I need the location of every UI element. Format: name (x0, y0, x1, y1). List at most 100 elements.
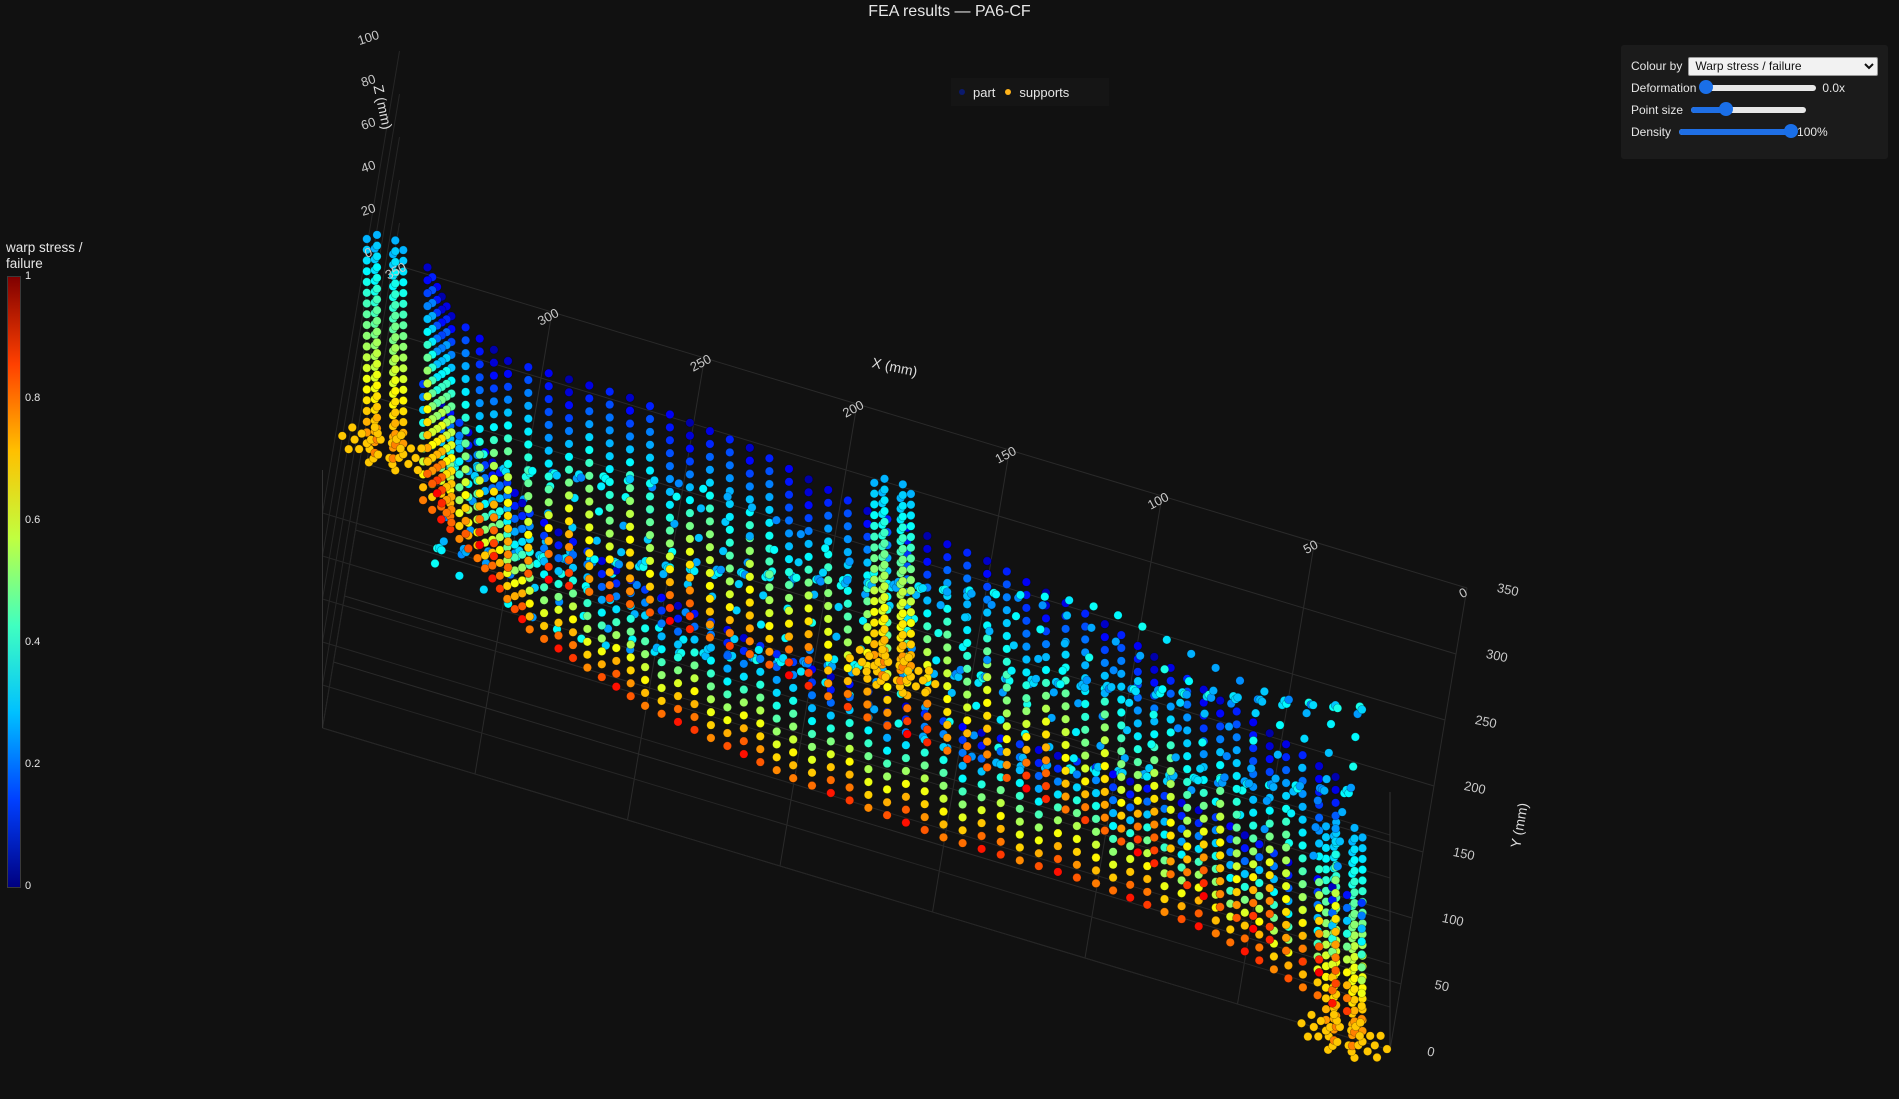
point-marker (1343, 917, 1351, 925)
point-marker (626, 419, 634, 427)
point-marker (1022, 642, 1030, 650)
point-marker (397, 431, 405, 439)
point-marker (907, 501, 915, 509)
point-marker (666, 539, 674, 547)
point-marker (1298, 867, 1306, 875)
point-marker (1266, 884, 1274, 892)
point-marker (846, 654, 854, 662)
point-marker (1117, 747, 1125, 755)
point-marker (907, 630, 915, 638)
point-marker (804, 514, 812, 522)
point-marker (963, 626, 971, 634)
point-marker (585, 510, 593, 518)
point-marker (1307, 1011, 1315, 1019)
point-marker (785, 478, 793, 486)
point-marker (1315, 891, 1323, 899)
point-marker (983, 686, 991, 694)
point-marker (626, 510, 634, 518)
point-marker (666, 423, 674, 431)
point-marker (674, 615, 682, 623)
point-marker (723, 690, 731, 698)
point-marker (1138, 622, 1146, 630)
point-marker (488, 561, 496, 569)
point-marker (626, 407, 634, 415)
point-marker (391, 301, 399, 309)
point-marker (883, 683, 891, 691)
point-marker (746, 637, 754, 645)
point-marker (419, 496, 427, 504)
point-marker (373, 274, 381, 282)
colour-by-select[interactable]: Warp stress / failure (1688, 57, 1878, 76)
point-marker (1282, 882, 1290, 890)
density-slider-handle[interactable] (1784, 124, 1798, 138)
point-marker (883, 759, 891, 767)
point-marker (1022, 604, 1030, 612)
x-tick-label: 50 (1301, 537, 1321, 557)
point-marker (554, 593, 562, 601)
point-marker (907, 533, 915, 541)
point-marker (1072, 728, 1080, 736)
point-marker (490, 410, 498, 418)
point-marker (1315, 904, 1323, 912)
point-marker (373, 242, 381, 250)
point-marker (626, 458, 634, 466)
point-marker (646, 441, 654, 449)
point-marker (919, 584, 927, 592)
density-slider[interactable] (1679, 129, 1791, 135)
point-marker (726, 616, 734, 624)
point-marker (1266, 910, 1274, 918)
point-marker (1216, 800, 1224, 808)
point-marker (1109, 848, 1117, 856)
point-marker (880, 550, 888, 558)
3d-scatter-plot[interactable]: 3503002502001501005000501001502002503003… (0, 0, 1899, 1099)
point-marker (504, 357, 512, 365)
y-axis-title: Y (mm) (1507, 801, 1531, 849)
point-marker (808, 730, 816, 738)
point-marker (1101, 697, 1109, 705)
point-marker (490, 346, 498, 354)
point-marker (650, 476, 658, 484)
point-marker (997, 825, 1005, 833)
point-marker (748, 503, 756, 511)
point-size-slider[interactable] (1691, 107, 1806, 113)
point-marker (1117, 657, 1125, 665)
point-marker (1298, 932, 1306, 940)
point-marker (923, 532, 931, 540)
point-marker (1216, 890, 1224, 898)
point-marker (1054, 752, 1062, 760)
point-marker (1282, 869, 1290, 877)
deformation-slider-handle[interactable] (1699, 80, 1713, 94)
point-marker (939, 820, 947, 828)
point-marker (598, 673, 606, 681)
point-marker (504, 512, 512, 520)
point-marker (1167, 715, 1175, 723)
deformation-slider[interactable] (1706, 85, 1816, 91)
point-marker (902, 806, 910, 814)
point-marker (399, 246, 407, 254)
point-marker (1016, 843, 1024, 851)
point-marker (1112, 637, 1120, 645)
point-marker (773, 753, 781, 761)
point-marker (565, 466, 573, 474)
point-marker (1022, 746, 1030, 754)
point-marker (983, 656, 991, 664)
point-marker (899, 588, 907, 596)
point-marker (987, 601, 995, 609)
point-marker (1258, 698, 1266, 706)
point-marker (565, 582, 573, 590)
point-marker (1065, 596, 1073, 604)
point-size-slider-handle[interactable] (1719, 102, 1733, 116)
point-marker (1132, 687, 1140, 695)
point-marker (399, 289, 407, 297)
point-marker (1350, 1006, 1358, 1014)
point-marker (706, 517, 714, 525)
point-marker (726, 642, 734, 650)
point-marker (627, 640, 635, 648)
point-marker (1315, 865, 1323, 873)
point-marker (789, 748, 797, 756)
point-marker (765, 570, 773, 578)
point-marker (476, 451, 484, 459)
point-marker (1022, 681, 1030, 689)
point-marker (746, 547, 754, 555)
point-marker (646, 466, 654, 474)
